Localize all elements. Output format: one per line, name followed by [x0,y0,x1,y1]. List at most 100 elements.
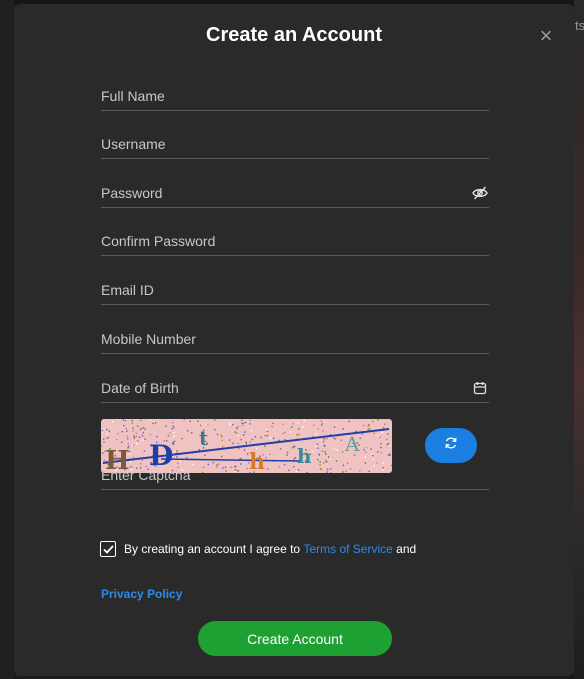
dob-input[interactable] [101,373,489,402]
captcha-noise-dot [103,438,105,440]
captcha-noise-dot [108,430,111,432]
captcha-noise-dot [286,454,288,456]
captcha-noise-dot [126,430,128,432]
captcha-noise-dot [137,440,139,442]
calendar-icon[interactable] [471,379,489,397]
captcha-noise-dot [106,437,109,439]
captcha-noise-dot [328,456,330,458]
captcha-noise-dot [220,434,222,436]
captcha-noise-dot [173,440,176,443]
captcha-noise-dot [260,436,262,439]
confirm-password-field [101,226,489,256]
email-input[interactable] [101,275,489,304]
close-icon[interactable]: × [536,25,556,47]
agree-checkbox[interactable] [100,541,116,557]
captcha-noise-dot [271,426,273,428]
captcha-noise-dot [106,428,108,431]
captcha-noise-dot [365,451,367,453]
captcha-noise-dot [320,420,322,422]
captcha-noise-dot [359,437,361,439]
captcha-noise-dot [122,419,124,421]
eye-off-icon[interactable] [471,184,489,202]
captcha-noise-dot [385,438,388,441]
captcha-input[interactable] [101,460,489,489]
background-right-edge [574,0,584,679]
captcha-noise-dot [361,433,364,435]
captcha-noise-dot [135,435,138,438]
captcha-noise-dot [204,454,206,456]
captcha-noise-dot [103,441,105,443]
captcha-noise-dot [302,426,304,428]
captcha-noise-dot [116,438,118,441]
captcha-noise-dot [183,419,185,421]
captcha-noise-dot [379,436,381,438]
captcha-noise-dot [249,441,251,443]
terms-of-service-link[interactable]: Terms of Service [303,542,392,556]
captcha-noise-dot [132,444,135,447]
password-input[interactable] [101,178,489,207]
agreement-text-and: and [392,542,417,556]
captcha-noise-dot [174,451,176,453]
captcha-noise-dot [336,449,338,451]
full-name-input[interactable] [101,81,489,110]
captcha-noise-dot [142,432,145,434]
captcha-noise-dot [264,445,266,447]
captcha-noise-dot [232,423,234,426]
captcha-char: A [344,432,360,456]
captcha-noise-dot [152,422,154,425]
checkmark-icon [102,544,114,554]
username-input[interactable] [101,129,489,158]
captcha-noise-dot [228,439,231,441]
captcha-noise-dot [294,446,296,448]
captcha-noise-dot [131,422,134,424]
captcha-noise-dot [321,422,323,424]
captcha-noise-dot [250,429,252,432]
captcha-noise-dot [389,454,391,456]
full-name-field [101,81,489,111]
captcha-noise-dot [172,425,174,427]
captcha-noise-dot [171,428,173,430]
captcha-noise-dot [207,423,209,425]
captcha-noise-dot [214,419,216,421]
captcha-noise-dot [368,428,371,430]
captcha-noise-dot [330,457,332,459]
captcha-noise-dot [332,437,335,439]
captcha-noise-dot [284,431,286,434]
captcha-noise-dot [243,434,245,436]
captcha-noise-dot [102,431,104,433]
captcha-noise-dot [132,430,135,432]
captcha-noise-dot [323,444,325,446]
captcha-noise-dot [106,433,108,435]
captcha-noise-dot [232,442,234,445]
captcha-noise-dot [149,419,151,421]
captcha-noise-dot [279,448,282,450]
captcha-char: t [199,426,209,450]
captcha-noise-dot [142,426,145,429]
captcha-noise-dot [365,448,367,450]
captcha-noise-dot [324,451,326,453]
privacy-policy-link[interactable]: Privacy Policy [101,587,182,601]
captcha-noise-dot [181,438,183,440]
captcha-noise-dot [221,435,223,438]
captcha-noise-dot [251,438,254,441]
captcha-noise-dot [316,443,319,445]
captcha-noise-dot [236,432,238,434]
captcha-noise-dot [102,452,104,454]
captcha-noise-dot [241,422,243,424]
captcha-noise-dot [291,426,293,428]
captcha-noise-dot [133,437,135,440]
captcha-noise-dot [377,451,379,453]
captcha-noise-dot [315,445,317,447]
captcha-noise-dot [205,423,207,425]
captcha-noise-dot [278,439,280,442]
captcha-noise-dot [272,422,274,425]
refresh-captcha-button[interactable] [425,428,477,463]
captcha-noise-dot [294,457,297,459]
create-account-button[interactable]: Create Account [198,621,392,656]
captcha-noise-dot [292,423,294,425]
confirm-password-input[interactable] [101,226,489,255]
mobile-input[interactable] [101,324,489,353]
username-field [101,129,489,159]
captcha-noise-dot [388,444,391,447]
captcha-noise-dot [144,438,146,440]
